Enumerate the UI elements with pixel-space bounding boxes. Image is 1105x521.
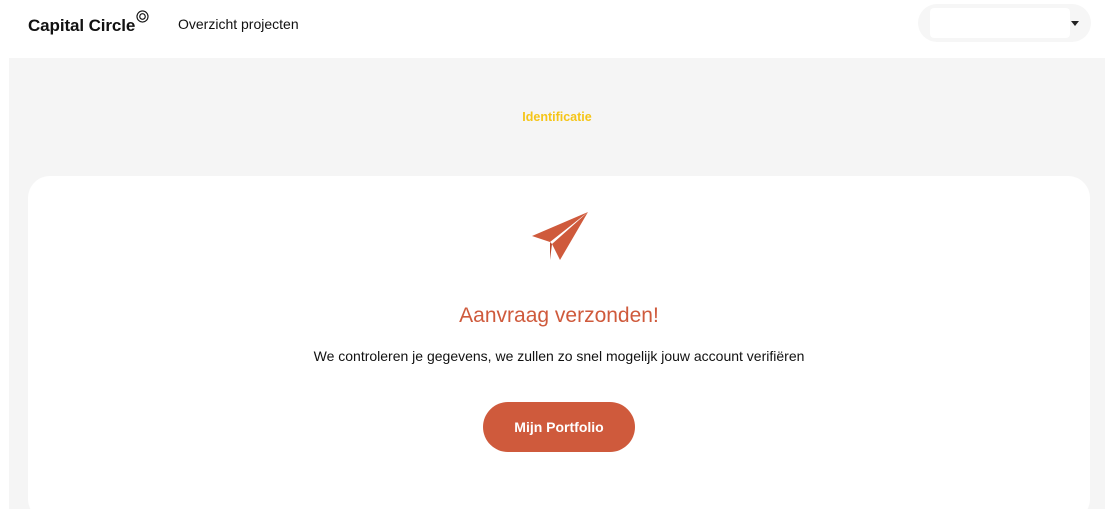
account-select-value[interactable]	[930, 8, 1070, 38]
brand-logo[interactable]: Capital Circle	[28, 10, 149, 36]
top-navigation-bar: Capital Circle Overzicht projecten	[0, 0, 1105, 58]
confirmation-message: We controleren je gegevens, we zullen zo…	[313, 348, 805, 364]
confirmation-card: Aanvraag verzonden! We controleren je ge…	[28, 176, 1090, 521]
account-select[interactable]	[918, 4, 1091, 42]
paper-plane-icon	[532, 212, 588, 260]
caret-down-icon[interactable]	[1071, 21, 1079, 26]
nav-overzicht-projecten[interactable]: Overzicht projecten	[178, 16, 299, 32]
main-content: Identificatie Aanvraag verzonden! We con…	[9, 58, 1105, 521]
brand-name: Capital Circle	[28, 16, 136, 35]
step-label-identificatie: Identificatie	[522, 110, 592, 124]
mijn-portfolio-button[interactable]: Mijn Portfolio	[483, 402, 635, 452]
confirmation-title: Aanvraag verzonden!	[459, 304, 659, 327]
copyright-circle-icon	[136, 10, 149, 23]
